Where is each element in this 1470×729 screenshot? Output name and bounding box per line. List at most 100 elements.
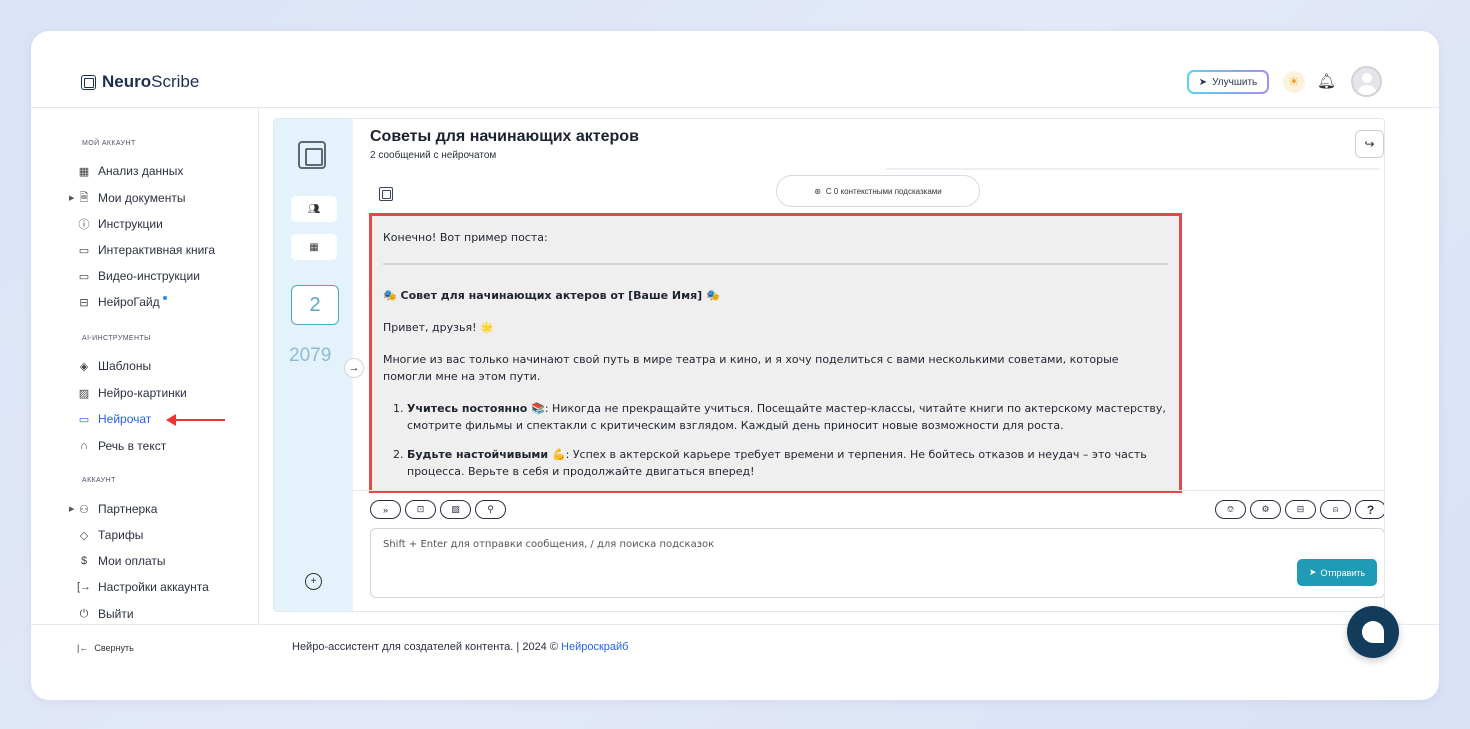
send-button[interactable]: ➤ Отправить: [1297, 559, 1377, 586]
collapse-sidebar-button[interactable]: |← Свернуть: [77, 643, 134, 653]
sidebar-item-neuro-images[interactable]: ▨ Нейро-картинки: [77, 384, 187, 402]
footer-link[interactable]: Нейроскрайб: [561, 641, 628, 653]
logo[interactable]: NeuroScribe: [81, 72, 199, 92]
theme-toggle-sun-icon[interactable]: ☀: [1283, 71, 1305, 93]
message-input[interactable]: [383, 539, 1283, 559]
message-intro: Конечно! Вот пример поста:: [383, 231, 548, 244]
chat-panel: 👥︎ ▦ 2 2079 + → Советы для начинающих ак…: [273, 118, 1385, 612]
share-icon: ↪: [1364, 137, 1375, 151]
users-icon: 👥︎: [307, 203, 321, 215]
grid-icon: ▦: [309, 241, 319, 253]
chat-subtitle: 2 сообщений с нейрочатом: [370, 150, 497, 161]
download-icon: ⊡: [416, 504, 425, 514]
plugin-button[interactable]: ⎊: [1215, 500, 1246, 519]
sidebar-item-instructions[interactable]: ⓘ Инструкции: [77, 215, 163, 233]
users-button[interactable]: 👥︎: [291, 196, 337, 222]
top-header: NeuroScribe ➤ Улучшить ☀ 🔔︎: [31, 31, 1439, 108]
document-icon: 🗎: [79, 191, 89, 204]
collapse-left-icon: |←: [77, 643, 89, 653]
caret-right-icon: ▶: [69, 506, 75, 513]
footer: Нейро-ассистент для создателей контента.…: [260, 624, 1439, 667]
settings-button[interactable]: ⚙: [1250, 500, 1281, 519]
sidebar-item-account-settings[interactable]: [→ Настройки аккаунта: [77, 578, 209, 596]
sidebar-item-templates[interactable]: ◈ Шаблоны: [77, 357, 151, 375]
new-chat-plus-icon[interactable]: +: [305, 573, 322, 590]
sidebar-item-neuroguide[interactable]: ⊟ НейроГайд: [77, 293, 167, 311]
tips-list: Учитесь постоянно 📚: Никогда не прекраща…: [383, 400, 1168, 480]
expand-arrow-icon[interactable]: →: [344, 358, 364, 378]
logo-icon: [81, 74, 96, 90]
chat-icon: ▭: [78, 413, 90, 426]
upgrade-button[interactable]: ➤ Улучшить: [1187, 70, 1269, 94]
support-chat-bubble-icon[interactable]: [1347, 606, 1399, 658]
sidebar: МОЙ АККАУНТ ▦ Анализ данных ▶ 🗎 Мои докумен…: [31, 108, 259, 624]
sidebar-item-my-documents[interactable]: ▶ 🗎 Мои документы: [69, 189, 185, 207]
power-icon: ⏻: [79, 607, 89, 620]
share-button[interactable]: ↪: [1355, 130, 1384, 158]
sidebar-item-speech-to-text[interactable]: ∩ Речь в текст: [77, 437, 166, 455]
rocket-icon: ➤: [1198, 76, 1208, 88]
image-icon: ▨: [451, 504, 460, 514]
sidebar-item-data-analysis[interactable]: ▦ Анализ данных: [77, 162, 184, 180]
image-icon: ▨: [78, 387, 90, 400]
avatar[interactable]: [1351, 66, 1382, 97]
gear-icon: ⚙: [1261, 504, 1270, 514]
context-hints-pill[interactable]: ⊛ С 0 контекстными подсказками: [776, 175, 980, 207]
token-counter: 2079: [289, 345, 332, 366]
section-title-ai-tools: AI-ИНСТРУМЕНТЫ: [82, 335, 151, 342]
logo-icon: [298, 141, 326, 169]
sidebar-item-neurochat[interactable]: ▭ Нейрочат: [77, 410, 152, 428]
sidebar-item-tariffs[interactable]: ◇ Тарифы: [77, 526, 144, 544]
wand-icon: ⚲: [487, 504, 494, 514]
sidebar-item-video-instructions[interactable]: ▭ Видео-инструкции: [77, 267, 200, 285]
grid-icon: ▦: [78, 165, 90, 178]
robot-icon: ⍝: [1332, 504, 1339, 514]
new-dot-badge: [162, 296, 167, 300]
message-paragraph: Многие из вас только начинают свой путь …: [383, 353, 1119, 383]
collapse-chevrons-button[interactable]: »: [370, 500, 401, 519]
chat-rail: 👥︎ ▦ 2 2079 +: [274, 119, 353, 611]
book-icon: ▭: [78, 244, 90, 257]
annotation-red-arrow: [166, 414, 225, 426]
tag-icon: ◇: [79, 529, 89, 542]
save-button[interactable]: ⊡: [405, 500, 436, 519]
brain-icon: ⊛: [814, 186, 821, 196]
composer-tools-right: ⎊ ⚙ ⊟ ⍝ ?: [1215, 500, 1384, 519]
headphones-icon: ∩: [80, 440, 88, 452]
layers-icon: ◈: [79, 360, 89, 373]
help-circle-icon: ⓘ: [78, 219, 90, 231]
magic-wand-button[interactable]: ⚲: [475, 500, 506, 519]
bot-button[interactable]: ⍝: [1320, 500, 1351, 519]
list-item: Будьте настойчивыми 💪: Успех в актерской…: [407, 446, 1168, 480]
question-icon: ?: [1366, 502, 1375, 517]
dollar-icon: $: [80, 555, 88, 567]
app-window: NeuroScribe ➤ Улучшить ☀ 🔔︎ МОЙ АККАУНТ …: [31, 31, 1439, 700]
guide-icon: ⊟: [79, 296, 89, 309]
video-icon: ▭: [78, 270, 90, 283]
message-heading: 🎭 Совет для начинающих актеров от [Ваше …: [383, 289, 720, 302]
bot-avatar-icon: [379, 187, 393, 201]
template-button[interactable]: ⊟: [1285, 500, 1316, 519]
list-item: Учитесь постоянно 📚: Никогда не прекраща…: [407, 400, 1168, 434]
chat-title: Советы для начинающих актеров: [370, 128, 639, 145]
divider: [886, 168, 1380, 170]
chevrons-down-icon: »: [382, 504, 388, 515]
users-icon: ⚇: [79, 503, 89, 516]
section-title-account: АККАУНТ: [82, 477, 116, 484]
sidebar-item-logout[interactable]: ⏻ Выйти: [77, 605, 134, 623]
divider: [353, 490, 1384, 491]
sidebar-footer: |← Свернуть: [31, 624, 259, 667]
sidebar-item-partner[interactable]: ▶ ⚇ Партнерка: [69, 500, 157, 518]
grid-button[interactable]: ▦: [291, 234, 337, 260]
bell-icon[interactable]: 🔔︎: [1317, 72, 1336, 90]
assistant-message: Конечно! Вот пример поста: 🎭 Совет для н…: [369, 213, 1182, 493]
sidebar-item-interactive-book[interactable]: ▭ Интерактивная книга: [77, 241, 215, 259]
help-button[interactable]: ?: [1355, 500, 1384, 519]
puzzle-icon: ⎊: [1226, 504, 1235, 514]
sidebar-item-my-payments[interactable]: $ Мои оплаты: [77, 552, 166, 570]
send-icon: ➤: [1308, 567, 1317, 577]
layout-icon: ⊟: [1296, 504, 1305, 514]
message-count-badge: 2: [291, 285, 339, 325]
image-button[interactable]: ▨: [440, 500, 471, 519]
message-divider: [383, 263, 1168, 265]
